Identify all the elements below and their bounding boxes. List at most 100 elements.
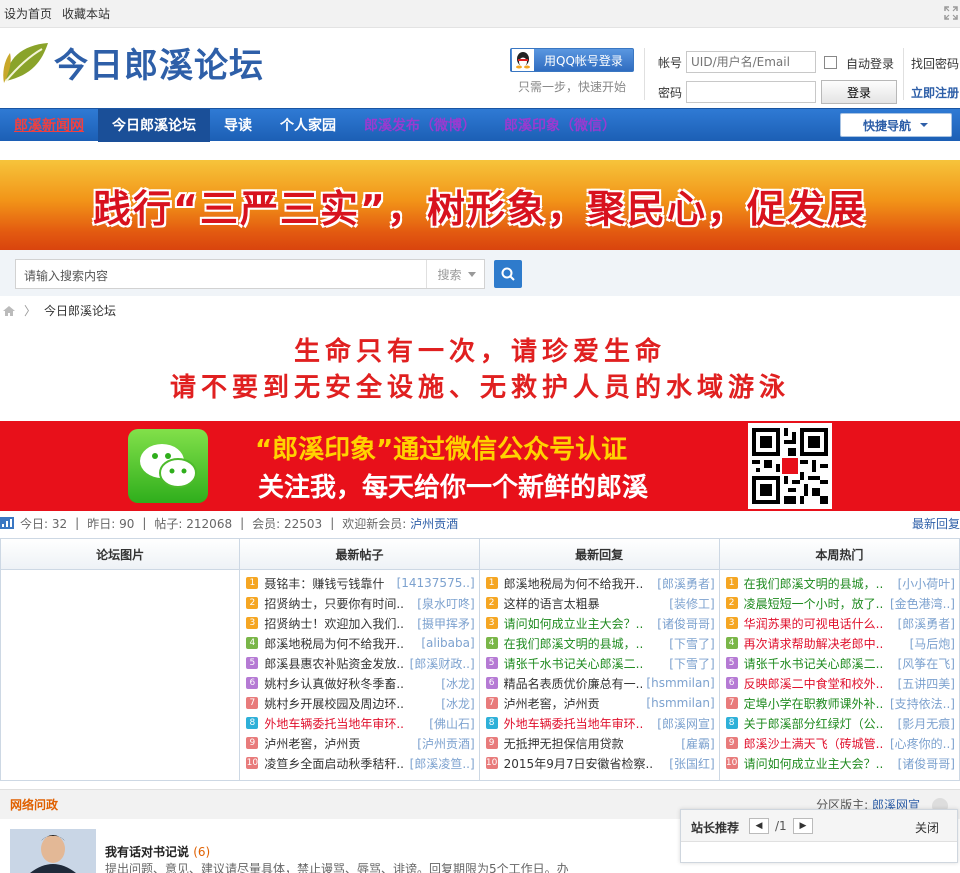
list-item[interactable]: 10 请问如何成立业主大会？.. [诸俊哥哥] (720, 753, 959, 773)
list-item[interactable]: 8 外地车辆委托当地年审环.. [佛山石] (240, 713, 478, 733)
list-item[interactable]: 10 2015年9月7日安徽省检察.. [张国红] (480, 753, 719, 773)
thread-link[interactable]: 聂铭丰：赚钱亏钱靠什 (264, 575, 392, 592)
author-link[interactable]: [诸俊哥哥] (898, 755, 955, 772)
bookmark-link[interactable]: 收藏本站 (62, 5, 110, 22)
thread-link[interactable]: 在我们郎溪文明的县城，.. (504, 635, 666, 652)
thread-link[interactable]: 华润苏果的可视电话什么.. (744, 615, 894, 632)
close-button[interactable]: 关闭 (915, 819, 939, 836)
author-link[interactable]: [佛山石] (429, 715, 474, 732)
author-link[interactable]: [心疼你的..] (890, 735, 955, 752)
login-button[interactable]: 登录 (821, 80, 897, 104)
list-item[interactable]: 3 华润苏果的可视电话什么.. [郎溪勇者] (720, 613, 959, 633)
prev-arrow-icon[interactable]: ◀ (749, 818, 769, 834)
thread-link[interactable]: 无抵押无担保信用贷款 (504, 735, 678, 752)
list-item[interactable]: 7 泸州老窖，泸州贡 [hsmmilan] (480, 693, 719, 713)
quick-nav-button[interactable]: 快捷导航 (840, 113, 952, 137)
author-link[interactable]: [冰龙] (441, 675, 474, 692)
latest-reply-link[interactable]: 最新回复 (912, 515, 960, 532)
search-input[interactable]: 请输入搜索内容 搜索 (15, 259, 485, 289)
thread-link[interactable]: 郎溪地税局为何不给我开.. (504, 575, 654, 592)
author-link[interactable]: [影月无痕] (898, 715, 955, 732)
thread-link[interactable]: 定埠小学在职教师课外补.. (744, 695, 886, 712)
thread-title[interactable]: 我有话对书记说 (6) (105, 843, 210, 860)
author-link[interactable]: [泸州贡酒] (417, 735, 474, 752)
list-item[interactable]: 5 请张千水书记关心郎溪二.. [风筝在飞] (720, 653, 959, 673)
thread-link[interactable]: 招贤纳士，只要你有时间.. (264, 595, 413, 612)
list-item[interactable]: 3 招贤纳士！欢迎加入我们.. [摄甲挥矛] (240, 613, 478, 633)
author-link[interactable]: [下雪了] (669, 655, 714, 672)
list-item[interactable]: 10 凌笪乡全面启动秋季秸秆.. [郎溪凌笪..] (240, 753, 478, 773)
register-link[interactable]: 立即注册 (911, 84, 959, 101)
list-item[interactable]: 9 无抵押无担保信用贷款 [雇霸] (480, 733, 719, 753)
author-link[interactable]: [下雪了] (669, 635, 714, 652)
qq-login-button[interactable]: 用QQ帐号登录 (510, 48, 634, 72)
thread-link[interactable]: 外地车辆委托当地年审环.. (264, 715, 425, 732)
author-link[interactable]: [摄甲挥矛] (417, 615, 474, 632)
author-link[interactable]: [郎溪凌笪..] (410, 755, 475, 772)
thread-link[interactable]: 关于郎溪部分红绿灯（公.. (744, 715, 894, 732)
list-item[interactable]: 7 定埠小学在职教师课外补.. [支持依法..] (720, 693, 959, 713)
list-item[interactable]: 1 郎溪地税局为何不给我开.. [郎溪勇者] (480, 573, 719, 593)
list-item[interactable]: 2 这样的语言太粗暴 [装修工] (480, 593, 719, 613)
fullscreen-icon[interactable] (944, 6, 958, 20)
author-link[interactable]: [郎溪网宣] (657, 715, 714, 732)
thread-link[interactable]: 郎溪县惠农补贴资金发放.. (264, 655, 405, 672)
new-member-link[interactable]: 泸州贡酒 (410, 517, 458, 531)
author-link[interactable]: [郎溪财政..] (410, 655, 475, 672)
password-input[interactable] (686, 81, 816, 103)
author-link[interactable]: [hsmmilan] (646, 676, 714, 690)
breadcrumb-current[interactable]: 今日郎溪论坛 (44, 302, 116, 319)
list-item[interactable]: 8 关于郎溪部分红绿灯（公.. [影月无痕] (720, 713, 959, 733)
thread-link[interactable]: 精品名表质优价廉总有一.. (504, 675, 643, 692)
nav-item-guide[interactable]: 导读 (210, 109, 266, 142)
list-item[interactable]: 8 外地车辆委托当地年审环.. [郎溪网宣] (480, 713, 719, 733)
thread-link[interactable]: 姚村乡认真做好秋冬季畜.. (264, 675, 437, 692)
account-input[interactable] (686, 51, 816, 73)
search-button[interactable] (494, 260, 522, 288)
author-link[interactable]: [alibaba] (421, 636, 474, 650)
thread-link[interactable]: 姚村乡开展校园及周边环.. (264, 695, 437, 712)
thread-link[interactable]: 再次请求帮助解决老郎中.. (744, 635, 906, 652)
slogan-banner[interactable]: 践行“三严三实”，树形象，聚民心，促发展 (0, 160, 960, 250)
author-link[interactable]: [小小荷叶] (898, 575, 955, 592)
thread-link[interactable]: 请问如何成立业主大会？.. (744, 755, 894, 772)
thread-link[interactable]: 郎溪地税局为何不给我开.. (264, 635, 417, 652)
home-icon[interactable] (2, 305, 16, 317)
author-link[interactable]: [14137575..] (397, 576, 475, 590)
site-logo[interactable]: 今日郎溪论坛 (2, 38, 264, 87)
nav-item-forum[interactable]: 今日郎溪论坛 (98, 108, 210, 142)
list-item[interactable]: 4 再次请求帮助解决老郎中.. [马后炮] (720, 633, 959, 653)
list-item[interactable]: 5 请张千水书记关心郎溪二.. [下雪了] (480, 653, 719, 673)
find-password-link[interactable]: 找回密码 (911, 55, 959, 72)
search-type-select[interactable]: 搜索 (426, 260, 486, 288)
list-item[interactable]: 1 在我们郎溪文明的县城，.. [小小荷叶] (720, 573, 959, 593)
thread-link[interactable]: 外地车辆委托当地年审环.. (504, 715, 654, 732)
set-home-link[interactable]: 设为首页 (4, 5, 52, 22)
author-link[interactable]: [支持依法..] (890, 695, 955, 712)
thread-link[interactable]: 郎溪沙土满天飞（砖城管.. (744, 735, 886, 752)
nav-item-news[interactable]: 郎溪新闻网 (0, 109, 98, 142)
author-link[interactable]: [泉水叮咚] (417, 595, 474, 612)
list-item[interactable]: 4 郎溪地税局为何不给我开.. [alibaba] (240, 633, 478, 653)
list-item[interactable]: 4 在我们郎溪文明的县城，.. [下雪了] (480, 633, 719, 653)
author-link[interactable]: [五讲四美] (898, 675, 955, 692)
list-item[interactable]: 5 郎溪县惠农补贴资金发放.. [郎溪财政..] (240, 653, 478, 673)
thread-link[interactable]: 请张千水书记关心郎溪二.. (744, 655, 894, 672)
thread-link[interactable]: 招贤纳士！欢迎加入我们.. (264, 615, 413, 632)
list-item[interactable]: 9 泸州老窖，泸州贡 [泸州贡酒] (240, 733, 478, 753)
thread-thumbnail[interactable] (10, 829, 96, 873)
thread-link[interactable]: 2015年9月7日安徽省检察.. (504, 755, 666, 772)
author-link[interactable]: [金色港湾..] (890, 595, 955, 612)
auto-login-checkbox[interactable] (824, 56, 837, 69)
list-item[interactable]: 6 姚村乡认真做好秋冬季畜.. [冰龙] (240, 673, 478, 693)
thread-link[interactable]: 凌晨短短一个小时，放了.. (744, 595, 886, 612)
thread-link[interactable]: 泸州老窖，泸州贡 (264, 735, 413, 752)
author-link[interactable]: [郎溪勇者] (657, 575, 714, 592)
nav-item-wechat[interactable]: 郎溪印象（微信） (490, 109, 630, 142)
author-link[interactable]: [张国红] (669, 755, 714, 772)
thread-link[interactable]: 请张千水书记关心郎溪二.. (504, 655, 666, 672)
thread-link[interactable]: 这样的语言太粗暴 (504, 595, 666, 612)
list-item[interactable]: 2 凌晨短短一个小时，放了.. [金色港湾..] (720, 593, 959, 613)
author-link[interactable]: [装修工] (669, 595, 714, 612)
author-link[interactable]: [郎溪勇者] (898, 615, 955, 632)
